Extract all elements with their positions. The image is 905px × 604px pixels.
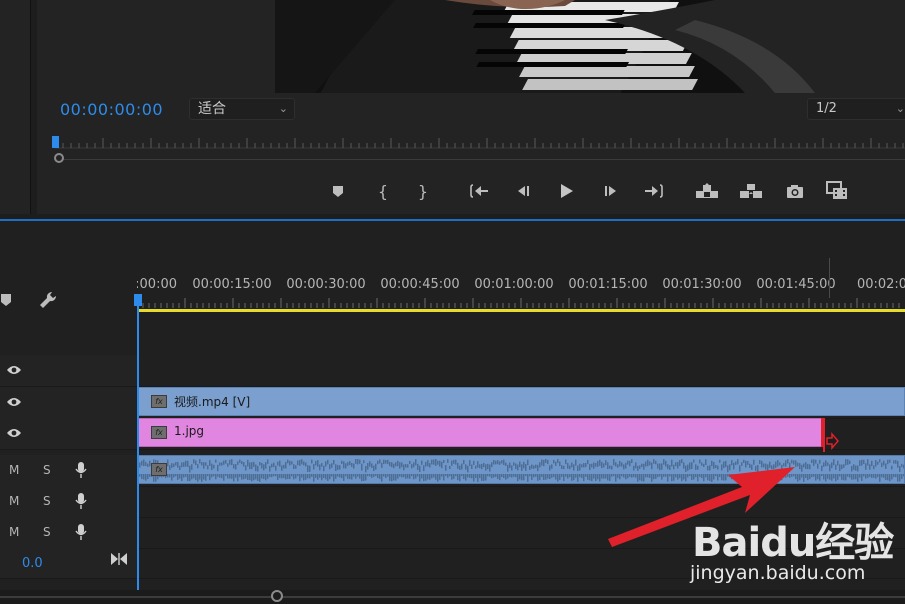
export-frame-button[interactable]: [782, 179, 808, 203]
step-forward-icon: [605, 186, 616, 196]
mute-toggle[interactable]: M: [9, 525, 19, 539]
play-button[interactable]: [553, 179, 579, 203]
image-clip[interactable]: fx 1.jpg: [138, 418, 822, 447]
chevron-down-icon: ⌄: [278, 102, 288, 115]
zoom-fit-value: 适合: [198, 101, 226, 117]
work-area-bar[interactable]: [137, 309, 905, 312]
video-clip[interactable]: fx 视频.mp4 [V]: [138, 387, 905, 416]
mute-toggle[interactable]: M: [9, 463, 19, 477]
playhead-timecode[interactable]: 00:00:00:00: [60, 100, 163, 119]
eye-icon[interactable]: [6, 364, 22, 376]
step-back-button[interactable]: [510, 179, 536, 203]
lift-button[interactable]: [694, 179, 720, 203]
add-marker-button[interactable]: [325, 179, 351, 203]
eye-icon[interactable]: [6, 396, 22, 408]
mark-in-button[interactable]: {: [370, 179, 396, 203]
monitor-playhead[interactable]: [52, 136, 59, 148]
step-back-icon: [518, 186, 529, 196]
ruler-time-label: 00:01:00:00: [474, 277, 554, 292]
zoom-fit-select[interactable]: 适合 ⌄: [189, 98, 295, 120]
solo-toggle[interactable]: S: [43, 463, 51, 477]
playback-resolution-value: 1/2: [816, 101, 837, 116]
track-header: [0, 355, 137, 386]
mute-toggle[interactable]: M: [9, 494, 19, 508]
project-panel-edge: [0, 0, 31, 214]
playback-resolution-select[interactable]: 1/2 ⌄: [807, 98, 905, 120]
ruler-time-label: 00:02:0: [856, 277, 905, 292]
comparison-view-icon: [826, 181, 847, 199]
video-track-2: fx 视频.mp4 [V]: [0, 387, 905, 419]
extract-icon: [740, 184, 762, 198]
add-marker-icon[interactable]: [0, 292, 12, 311]
video-track-1: fx 1.jpg: [0, 418, 905, 452]
track-header: [0, 387, 137, 418]
solo-toggle[interactable]: S: [43, 494, 51, 508]
master-track-end-icon[interactable]: [110, 552, 128, 566]
timeline-playhead[interactable]: [134, 294, 142, 306]
go-to-in-button[interactable]: [467, 179, 493, 203]
clip-name: 视频.mp4 [V]: [174, 395, 251, 409]
wrench-icon[interactable]: [38, 290, 58, 314]
monitor-time-ruler[interactable]: [55, 136, 905, 152]
microphone-icon[interactable]: [75, 493, 87, 509]
ruler-marker-line: [829, 258, 830, 298]
program-video-frame: [275, 0, 857, 93]
extract-button[interactable]: [738, 179, 764, 203]
ripple-trim-cursor-icon: [823, 428, 839, 452]
watermark-url: jingyan.baidu.com: [690, 562, 866, 584]
mark-out-icon: }: [417, 181, 429, 201]
fx-badge: fx: [151, 463, 167, 476]
ruler-time-label: 00:00:15:00: [192, 277, 272, 292]
microphone-icon[interactable]: [75, 524, 87, 540]
go-to-out-button[interactable]: [640, 179, 666, 203]
play-icon: [561, 184, 573, 198]
timeline-time-ruler[interactable]: 00:00:00 00:00:15:00 00:00:30:00 00:00:45:0…: [137, 272, 905, 308]
chevron-down-icon: ⌄: [895, 102, 905, 115]
timeline-scroll-handle[interactable]: [271, 590, 283, 602]
marker-icon: [333, 186, 343, 197]
eye-icon[interactable]: [6, 427, 22, 439]
timeline-playhead-line[interactable]: [137, 300, 139, 590]
timeline-scroll-track: [0, 596, 905, 598]
mark-out-button[interactable]: }: [410, 179, 436, 203]
track-header: M S: [0, 455, 137, 486]
monitor-zoom-scrollbar[interactable]: [55, 159, 905, 160]
track-header: M S: [0, 486, 137, 517]
baidu-jingyan-logo: Baidu经验: [692, 520, 894, 566]
ruler-time-label: 00:00:30:00: [286, 277, 366, 292]
comparison-view-button[interactable]: [824, 179, 850, 203]
clip-name: 1.jpg: [174, 424, 205, 438]
ruler-time-label: 00:01:15:00: [568, 277, 648, 292]
microphone-icon[interactable]: [75, 462, 87, 478]
mark-in-icon: {: [377, 181, 389, 201]
ruler-time-label: 00:00:00: [137, 277, 177, 292]
solo-toggle[interactable]: S: [43, 525, 51, 539]
fx-badge: fx: [151, 426, 167, 439]
go-to-out-icon: [645, 184, 663, 198]
video-track-3: [0, 355, 905, 387]
ruler-time-label: 00:00:45:00: [380, 277, 460, 292]
lift-icon: [696, 183, 718, 198]
ruler-time-label: 00:01:30:00: [662, 277, 742, 292]
go-to-in-icon: [470, 184, 488, 198]
master-volume-value[interactable]: 0.0: [22, 556, 43, 571]
track-header: [0, 418, 137, 449]
ruler-time-label: 00:01:45:00: [756, 277, 836, 292]
track-header: M S: [0, 517, 137, 548]
camera-icon: [787, 185, 803, 198]
fx-badge: fx: [151, 395, 167, 408]
step-forward-button[interactable]: [598, 179, 624, 203]
monitor-zoom-handle[interactable]: [54, 153, 64, 163]
